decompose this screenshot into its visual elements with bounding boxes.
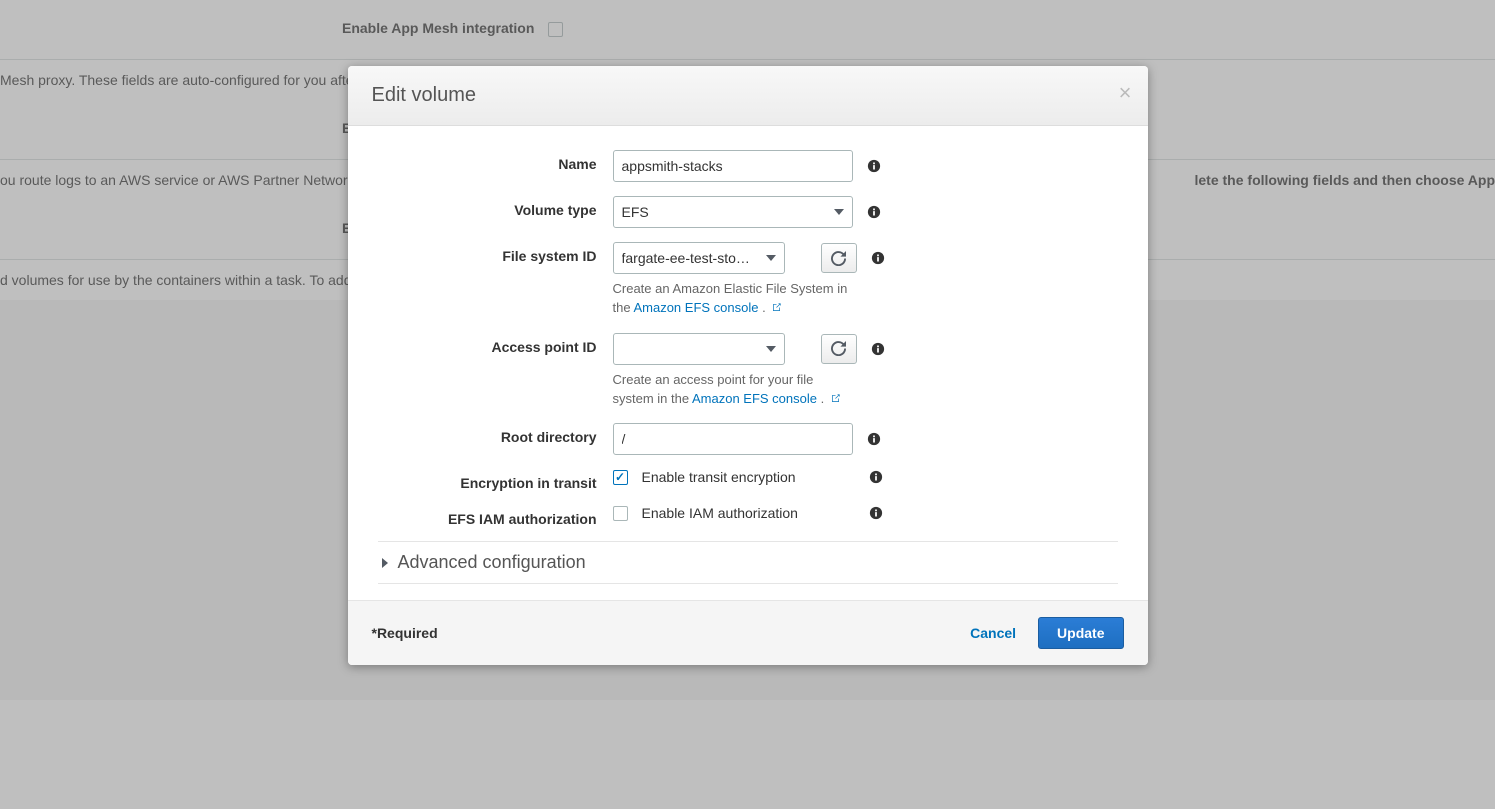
info-icon[interactable] bbox=[867, 205, 881, 219]
file-system-id-label: File system ID bbox=[378, 242, 613, 264]
file-system-id-select[interactable]: fargate-ee-test-sto… bbox=[613, 242, 785, 274]
name-label: Name bbox=[378, 150, 613, 172]
root-directory-label: Root directory bbox=[378, 423, 613, 445]
name-input[interactable] bbox=[613, 150, 853, 182]
encryption-label: Encryption in transit bbox=[378, 469, 613, 491]
iam-auth-label: EFS IAM authorization bbox=[378, 505, 613, 527]
refresh-button[interactable] bbox=[821, 243, 857, 273]
iam-auth-checkbox[interactable] bbox=[613, 506, 628, 521]
caret-right-icon bbox=[382, 558, 388, 568]
efs-console-link[interactable]: Amazon EFS console bbox=[633, 300, 758, 315]
refresh-button[interactable] bbox=[821, 334, 857, 364]
required-note: *Required bbox=[372, 625, 438, 641]
advanced-configuration-label: Advanced configuration bbox=[398, 552, 586, 573]
root-directory-input[interactable] bbox=[613, 423, 853, 455]
volume-type-label: Volume type bbox=[378, 196, 613, 218]
cancel-button[interactable]: Cancel bbox=[970, 625, 1016, 641]
encryption-checkbox-label: Enable transit encryption bbox=[642, 469, 796, 485]
chevron-down-icon bbox=[766, 255, 776, 261]
external-link-icon bbox=[771, 300, 782, 319]
efs-console-link[interactable]: Amazon EFS console bbox=[692, 391, 817, 406]
iam-auth-checkbox-label: Enable IAM authorization bbox=[642, 505, 798, 521]
info-icon[interactable] bbox=[869, 506, 883, 520]
access-point-id-select[interactable] bbox=[613, 333, 785, 365]
info-icon[interactable] bbox=[869, 470, 883, 484]
external-link-icon bbox=[830, 391, 841, 410]
advanced-configuration-toggle[interactable]: Advanced configuration bbox=[378, 541, 1118, 584]
access-point-id-label: Access point ID bbox=[378, 333, 613, 355]
chevron-down-icon bbox=[834, 209, 844, 215]
close-icon[interactable]: × bbox=[1119, 82, 1132, 104]
volume-type-value: EFS bbox=[622, 204, 834, 220]
encryption-checkbox[interactable] bbox=[613, 470, 628, 485]
file-system-id-value: fargate-ee-test-sto… bbox=[622, 250, 766, 266]
volume-type-select[interactable]: EFS bbox=[613, 196, 853, 228]
update-button[interactable]: Update bbox=[1038, 617, 1123, 649]
modal-header: Edit volume × bbox=[348, 66, 1148, 126]
access-point-id-hint: Create an access point for your file sys… bbox=[613, 371, 853, 410]
info-icon[interactable] bbox=[867, 432, 881, 446]
modal-footer: *Required Cancel Update bbox=[348, 600, 1148, 665]
info-icon[interactable] bbox=[871, 251, 885, 265]
modal-title: Edit volume bbox=[372, 84, 1124, 107]
edit-volume-modal: Edit volume × Name Volume type EF bbox=[348, 66, 1148, 665]
file-system-id-hint: Create an Amazon Elastic File System in … bbox=[613, 280, 853, 319]
chevron-down-icon bbox=[766, 346, 776, 352]
info-icon[interactable] bbox=[867, 159, 881, 173]
info-icon[interactable] bbox=[871, 342, 885, 356]
